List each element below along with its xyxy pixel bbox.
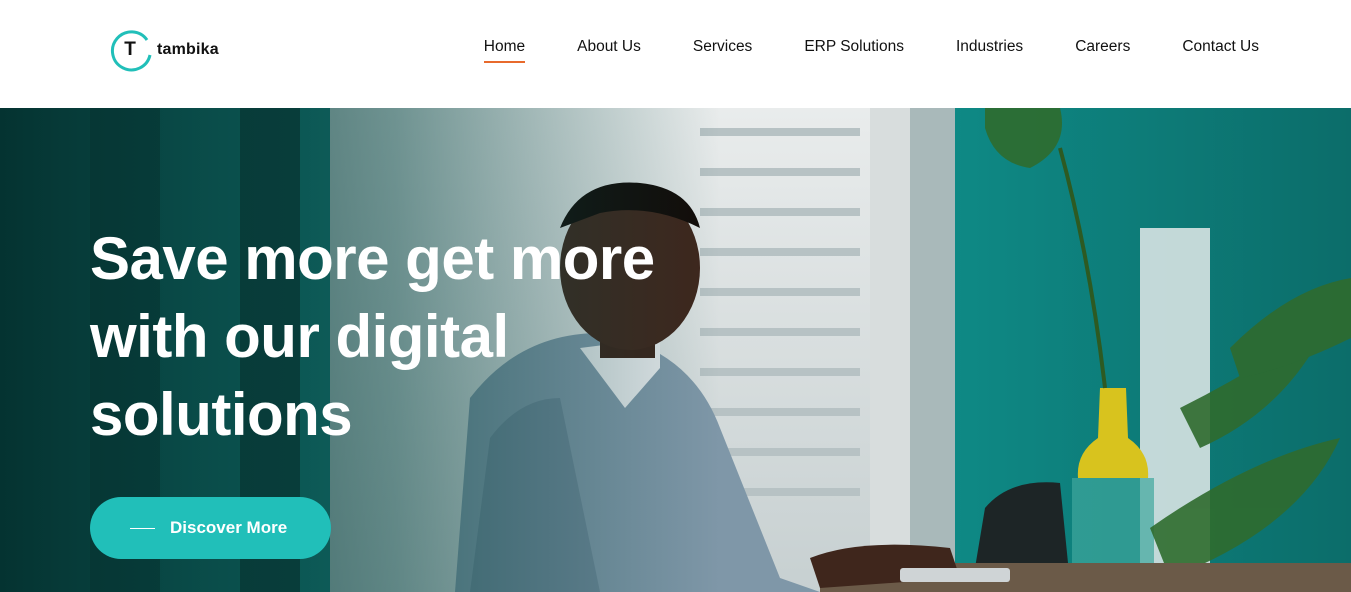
hero-title-line: Save more get more	[90, 225, 655, 292]
nav-item-services[interactable]: Services	[693, 38, 752, 60]
dash-icon	[130, 527, 155, 529]
discover-more-button[interactable]: Discover More	[90, 497, 331, 559]
nav-item-erp-solutions[interactable]: ERP Solutions	[804, 38, 904, 60]
nav-item-about-us[interactable]: About Us	[577, 38, 641, 60]
nav-item-home[interactable]: Home	[483, 38, 526, 63]
hero-section: Save more get more with our digital solu…	[0, 108, 1351, 592]
logo-ring-icon: T	[110, 28, 154, 72]
main-nav: Home About Us Services ERP Solutions Ind…	[483, 38, 1259, 63]
logo-letter: T	[124, 39, 136, 60]
nav-item-contact-us[interactable]: Contact Us	[1182, 38, 1259, 60]
brand-name: tambika	[157, 41, 219, 58]
hero-title-line: solutions	[90, 381, 353, 448]
site-header: T tambika Home About Us Services ERP Sol…	[0, 0, 1351, 108]
nav-item-careers[interactable]: Careers	[1075, 38, 1130, 60]
brand-logo[interactable]: T tambika	[110, 28, 240, 72]
hero-title-line: with our digital	[90, 303, 509, 370]
discover-more-label: Discover More	[170, 518, 288, 537]
nav-item-industries[interactable]: Industries	[956, 38, 1023, 60]
hero-title: Save more get more with our digital solu…	[90, 220, 670, 454]
